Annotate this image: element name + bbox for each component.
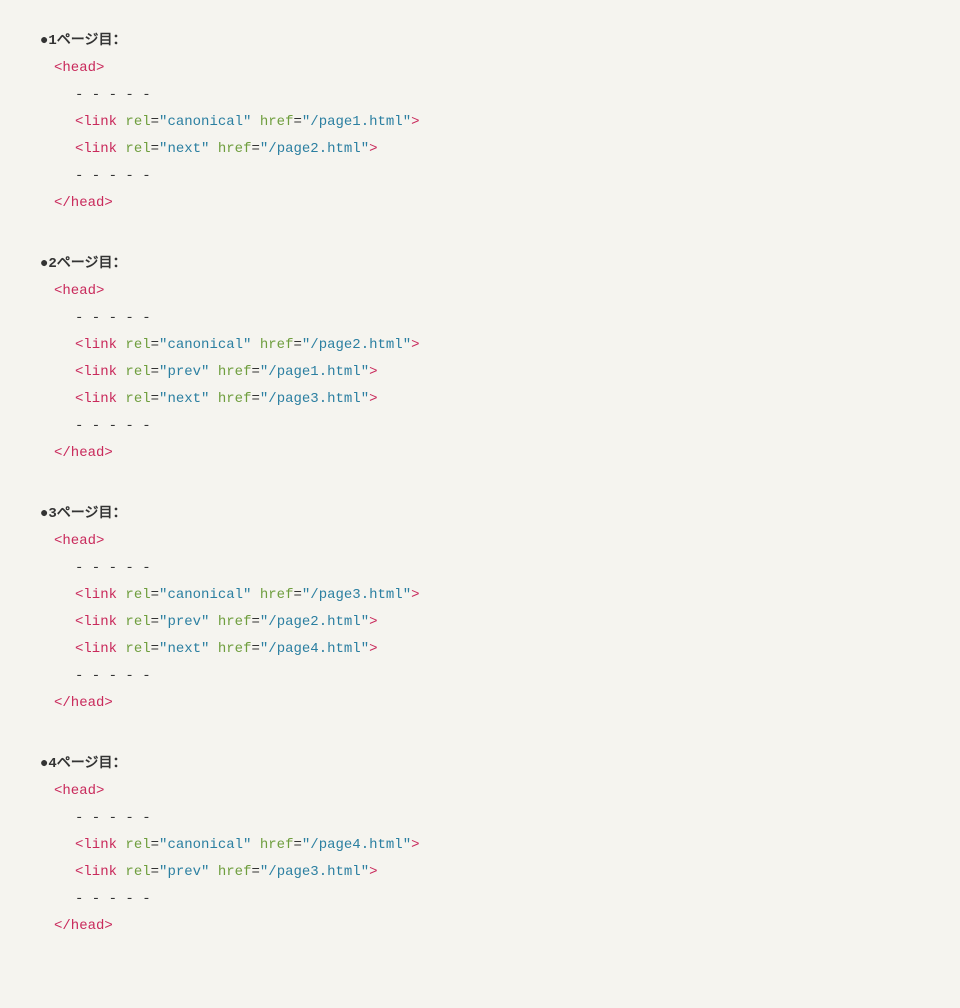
code-line: <link rel="next" href="/page4.html"> <box>40 636 920 663</box>
code-document: ●1ページ目：<head>- - - - -<link rel="canonic… <box>0 0 960 1008</box>
code-line: - - - - - <box>40 886 920 913</box>
code-section-2: ●2ページ目：<head>- - - - -<link rel="canonic… <box>40 251 920 467</box>
code-line: <link rel="canonical" href="/page4.html"… <box>40 832 920 859</box>
code-line: - - - - - <box>40 663 920 690</box>
code-line: <link rel="next" href="/page2.html"> <box>40 136 920 163</box>
code-line: <link rel="canonical" href="/page2.html"… <box>40 332 920 359</box>
code-line: <head> <box>40 278 920 305</box>
section-heading: ●4ページ目： <box>40 751 920 778</box>
code-line: </head> <box>40 190 920 217</box>
code-line: </head> <box>40 913 920 940</box>
code-line: <head> <box>40 778 920 805</box>
code-line: </head> <box>40 440 920 467</box>
section-heading: ●2ページ目： <box>40 251 920 278</box>
code-line: - - - - - <box>40 305 920 332</box>
code-line: <link rel="next" href="/page3.html"> <box>40 386 920 413</box>
code-line: <link rel="canonical" href="/page1.html"… <box>40 109 920 136</box>
code-line: - - - - - <box>40 82 920 109</box>
code-section-3: ●3ページ目：<head>- - - - -<link rel="canonic… <box>40 501 920 717</box>
code-line: <link rel="prev" href="/page3.html"> <box>40 859 920 886</box>
code-line: <link rel="canonical" href="/page3.html"… <box>40 582 920 609</box>
code-section-1: ●1ページ目：<head>- - - - -<link rel="canonic… <box>40 28 920 217</box>
code-line: - - - - - <box>40 555 920 582</box>
code-line: <link rel="prev" href="/page2.html"> <box>40 609 920 636</box>
code-line: - - - - - <box>40 413 920 440</box>
code-line: - - - - - <box>40 805 920 832</box>
code-line: <link rel="prev" href="/page1.html"> <box>40 359 920 386</box>
code-line: <head> <box>40 55 920 82</box>
code-line: <head> <box>40 528 920 555</box>
code-line: </head> <box>40 690 920 717</box>
section-heading: ●1ページ目： <box>40 28 920 55</box>
code-section-4: ●4ページ目：<head>- - - - -<link rel="canonic… <box>40 751 920 940</box>
section-heading: ●3ページ目： <box>40 501 920 528</box>
code-line: - - - - - <box>40 163 920 190</box>
